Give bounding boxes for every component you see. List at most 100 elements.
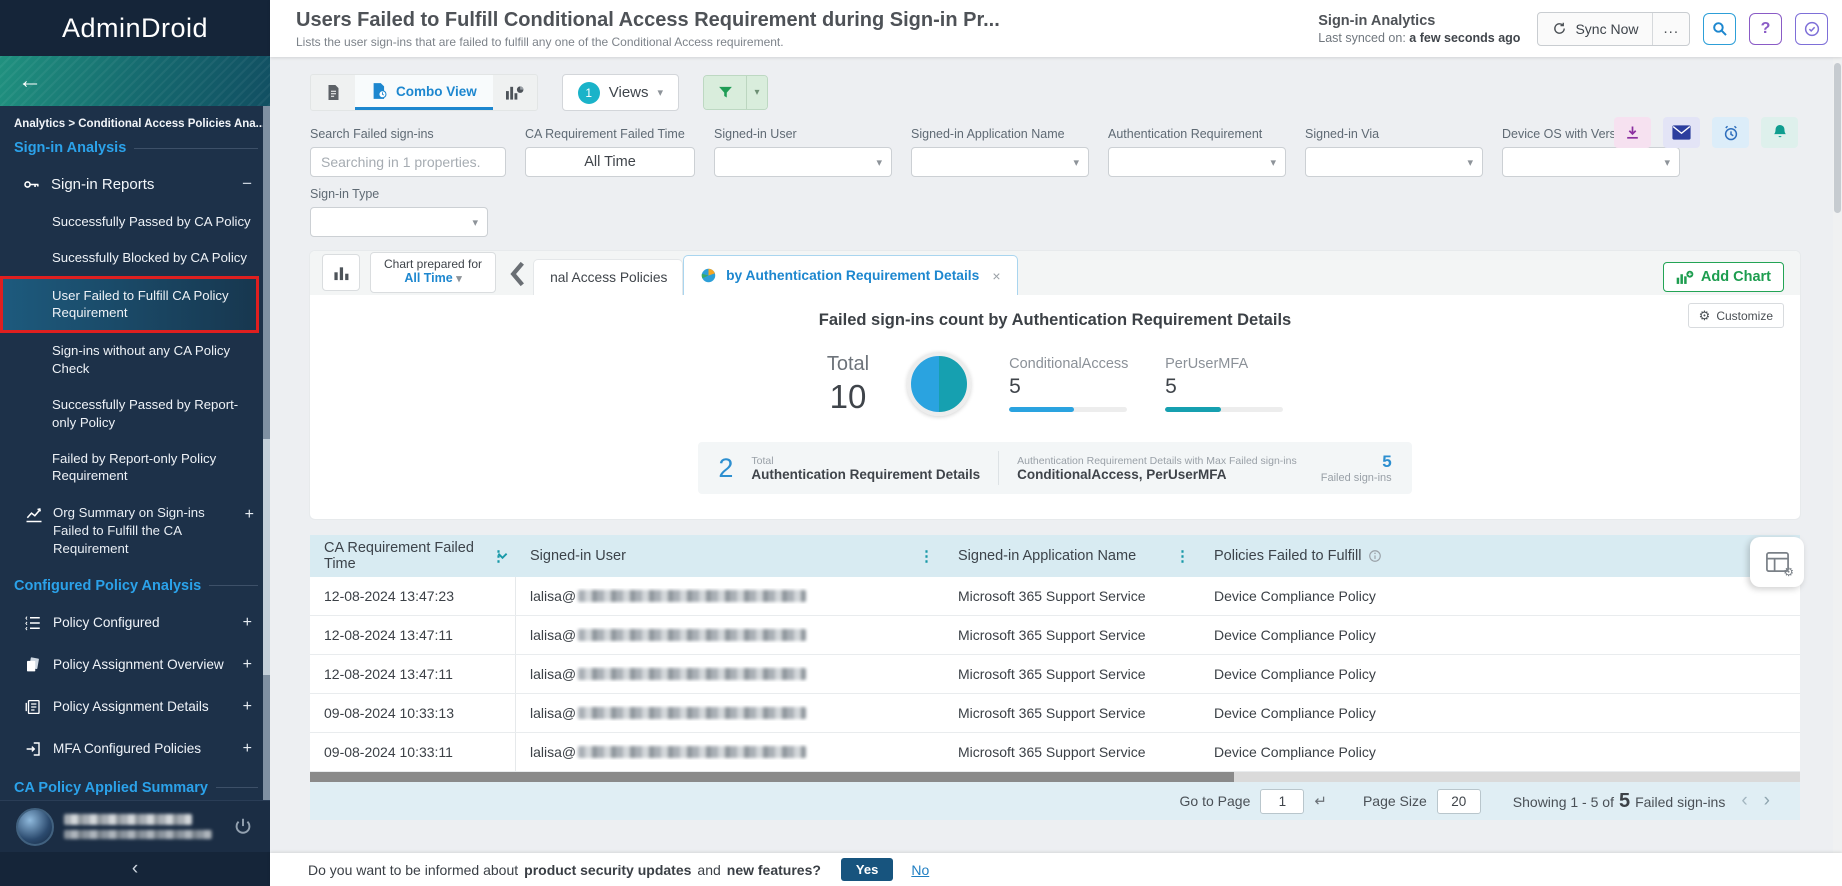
- filter-panel: Search Failed sign-ins CA Requirement Fa…: [310, 127, 1800, 237]
- previous-page-icon[interactable]: ‹: [1741, 790, 1747, 812]
- next-page-icon[interactable]: ›: [1764, 790, 1770, 812]
- sidebar-item-policy-configured[interactable]: Policy Configured +: [0, 602, 270, 644]
- combo-view-tab[interactable]: Combo View: [355, 75, 493, 110]
- expand-plus-icon[interactable]: +: [243, 740, 252, 758]
- header-right: Sign-in Analytics Last synced on: a few …: [1318, 12, 1828, 46]
- yes-button[interactable]: Yes: [841, 858, 893, 881]
- goto-page-input[interactable]: [1260, 789, 1304, 814]
- tab-auth-requirement-details[interactable]: by Authentication Requirement Details ×: [683, 255, 1017, 295]
- column-header-application-name[interactable]: Signed-in Application Name ⋮: [944, 535, 1200, 577]
- application-name-select[interactable]: ▾: [911, 147, 1089, 177]
- table-row[interactable]: 09-08-2024 10:33:13 lalisa@ Microsoft 36…: [310, 694, 1800, 733]
- mail-icon: [1672, 125, 1691, 140]
- schedule-alert-button[interactable]: [1712, 117, 1749, 148]
- signed-in-via-select[interactable]: ▾: [1305, 147, 1483, 177]
- close-icon[interactable]: ×: [992, 268, 1000, 284]
- sidebar-item-policy-assignment-overview[interactable]: Policy Assignment Overview +: [0, 644, 270, 686]
- schedule-button[interactable]: [1795, 13, 1828, 45]
- chart-tabstrip: Chart prepared for All Time ▾ nal Access…: [310, 251, 1800, 295]
- column-header-policies-failed[interactable]: Policies Failed to Fulfill: [1200, 535, 1800, 577]
- sidebar-item-passed-by-ca[interactable]: Successfully Passed by CA Policy: [0, 204, 270, 240]
- expand-plus-icon[interactable]: +: [243, 656, 252, 674]
- bell-icon: [1772, 124, 1788, 141]
- more-options-button[interactable]: ...: [1652, 13, 1689, 45]
- page-scrollbar[interactable]: [1833, 57, 1842, 886]
- column-menu-icon[interactable]: ⋮: [1175, 547, 1190, 565]
- table-row[interactable]: 12-08-2024 13:47:11 lalisa@ Microsoft 36…: [310, 655, 1800, 694]
- ellipsis-icon: ...: [1663, 20, 1679, 37]
- collapse-minus-icon[interactable]: −: [242, 174, 252, 194]
- sidebar-item-signin-reports[interactable]: Sign-in Reports −: [0, 164, 270, 204]
- table-horizontal-scrollbar[interactable]: [310, 772, 1800, 782]
- scrollbar-thumb[interactable]: [310, 772, 1234, 782]
- customize-button[interactable]: ⚙ Customize: [1688, 303, 1784, 328]
- sidebar-collapse-button[interactable]: ‹: [0, 852, 270, 886]
- column-menu-icon[interactable]: ⋮: [919, 547, 934, 565]
- sign-in-type-select[interactable]: ▾: [310, 207, 488, 237]
- sidebar-item-org-summary[interactable]: Org Summary on Sign-ins Failed to Fulfil…: [0, 494, 270, 567]
- view-toolbar: Combo View 1 Views ▾: [310, 74, 1800, 111]
- chart-time-range-button[interactable]: Chart prepared for All Time ▾: [370, 252, 496, 293]
- user-name-redacted: [64, 814, 222, 839]
- auth-requirement-field: Authentication Requirement ▾: [1108, 127, 1286, 177]
- column-header-signed-in-user[interactable]: Signed-in User ⋮: [516, 535, 944, 577]
- sidebar-item-passed-report-only[interactable]: Successfully Passed by Report-only Polic…: [0, 387, 270, 441]
- views-dropdown-button[interactable]: 1 Views ▾: [562, 74, 679, 111]
- back-arrow-icon[interactable]: ←: [18, 69, 42, 93]
- notification-bell-button[interactable]: [1761, 117, 1798, 148]
- expand-plus-icon[interactable]: +: [245, 504, 254, 526]
- report-actions: [1614, 117, 1798, 148]
- device-os-select[interactable]: ▾: [1502, 147, 1680, 177]
- page-size-input[interactable]: [1437, 789, 1481, 814]
- return-key-icon[interactable]: ↵: [1314, 792, 1327, 810]
- table-row[interactable]: 12-08-2024 13:47:23 lalisa@ Microsoft 36…: [310, 577, 1800, 616]
- table-row[interactable]: 09-08-2024 10:33:11 lalisa@ Microsoft 36…: [310, 733, 1800, 772]
- download-button[interactable]: [1614, 117, 1651, 148]
- sidebar-item-without-ca-check[interactable]: Sign-ins without any CA Policy Check: [0, 333, 270, 387]
- section-divider: [216, 787, 258, 788]
- sync-now-button[interactable]: Sync Now: [1538, 13, 1652, 45]
- global-search-button[interactable]: [1703, 13, 1736, 45]
- pie-chart[interactable]: [907, 352, 971, 416]
- tab-conditional-access-policies[interactable]: nal Access Policies: [533, 259, 683, 295]
- sidebar-item-mfa-configured-policies[interactable]: MFA Configured Policies +: [0, 728, 270, 770]
- email-report-button[interactable]: [1663, 117, 1700, 148]
- time-filter-value[interactable]: All Time: [525, 147, 695, 177]
- section-signin-analysis: Sign-in Analysis: [0, 140, 270, 156]
- expand-plus-icon[interactable]: +: [243, 698, 252, 716]
- filter-button-group: ▾: [703, 75, 768, 110]
- sidebar-item-policy-assignment-details[interactable]: Policy Assignment Details +: [0, 686, 270, 728]
- column-menu-icon[interactable]: ⋮: [491, 547, 506, 565]
- sync-button-group: Sync Now ...: [1537, 12, 1690, 46]
- table-row[interactable]: 12-08-2024 13:47:11 lalisa@ Microsoft 36…: [310, 616, 1800, 655]
- column-settings-button[interactable]: ⚙: [1750, 537, 1804, 587]
- sidebar-item-failed-to-fulfill-ca[interactable]: User Failed to Fulfill CA Policy Require…: [0, 276, 259, 334]
- sidebar-item-failed-report-only[interactable]: Failed by Report-only Policy Requirement: [0, 441, 270, 495]
- column-header-failed-time[interactable]: CA Requirement Failed Time ⋮: [310, 535, 516, 577]
- help-button[interactable]: ?: [1749, 13, 1782, 45]
- no-link[interactable]: No: [911, 862, 929, 878]
- table-view-tab[interactable]: [311, 75, 355, 110]
- tab-scroll-left-button[interactable]: [510, 261, 525, 287]
- expand-plus-icon[interactable]: +: [243, 614, 252, 632]
- sidebar-item-blocked-by-ca[interactable]: Sucessfully Blocked by CA Policy: [0, 240, 270, 276]
- chart-view-tab[interactable]: [493, 75, 537, 110]
- power-icon[interactable]: [232, 816, 254, 838]
- sidebar-scrollbar[interactable]: [263, 106, 270, 800]
- sidebar-scrollbar-thumb[interactable]: [263, 439, 270, 675]
- chevron-down-icon: ▾: [1467, 156, 1473, 169]
- chevron-down-icon: ▾: [1664, 156, 1670, 169]
- filter-dropdown-button[interactable]: ▾: [746, 76, 767, 109]
- signed-in-user-select[interactable]: ▾: [714, 147, 892, 177]
- breadcrumb[interactable]: Analytics > Conditional Access Policies …: [0, 118, 270, 130]
- filter-row-2: Sign-in Type ▾: [310, 187, 1800, 237]
- user-account-area[interactable]: [0, 800, 270, 852]
- add-chart-button[interactable]: Add Chart: [1663, 262, 1784, 292]
- chart-type-button[interactable]: [322, 254, 360, 291]
- search-input[interactable]: [310, 147, 506, 177]
- auth-requirement-select[interactable]: ▾: [1108, 147, 1286, 177]
- signed-in-via-field: Signed-in Via ▾: [1305, 127, 1483, 177]
- summary-divider: [998, 451, 999, 485]
- page-scrollbar-thumb[interactable]: [1834, 63, 1841, 213]
- filter-button[interactable]: [704, 76, 746, 109]
